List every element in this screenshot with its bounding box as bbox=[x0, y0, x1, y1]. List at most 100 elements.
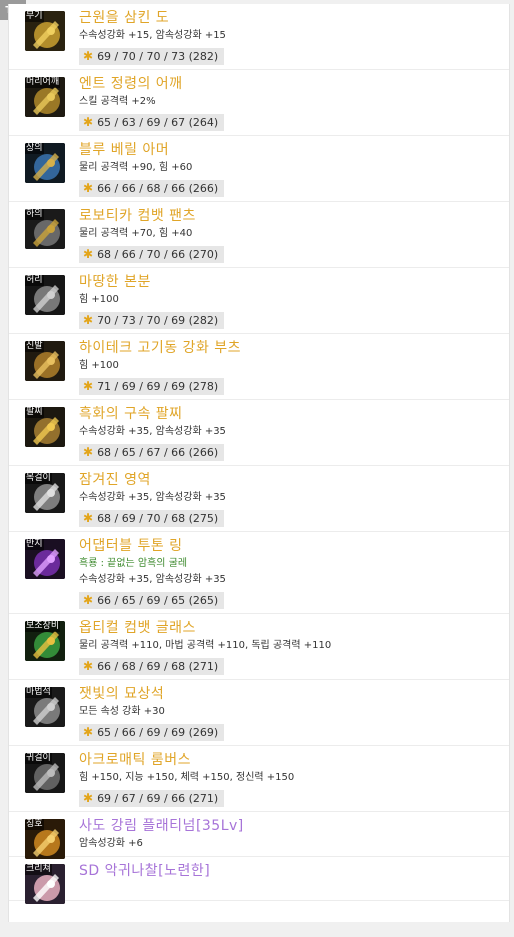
equipment-item-7[interactable]: 팔찌 흑화의 구속 팔찌 수속성강화 +35, 암속성강화 +35 ✱ 68 / … bbox=[9, 400, 509, 466]
score-text: 68 / 66 / 70 / 66 (270) bbox=[97, 248, 219, 261]
score-badge: ✱ 65 / 63 / 69 / 67 (264) bbox=[79, 114, 225, 131]
equipment-item-2[interactable]: 머리어깨 엔트 정령의 어깨 스킬 공격력 +2% ✱ 65 / 63 / 69 … bbox=[9, 70, 509, 136]
sword-icon[interactable]: 무기 bbox=[25, 11, 65, 51]
star-icon: ✱ bbox=[83, 115, 94, 129]
shoulder-icon[interactable]: 머리어깨 bbox=[25, 77, 65, 117]
score-text: 65 / 63 / 69 / 67 (264) bbox=[97, 116, 219, 129]
slot-label: 마법석 bbox=[25, 687, 52, 698]
boots-icon[interactable]: 신발 bbox=[25, 341, 65, 381]
title-icon[interactable]: 칭호 bbox=[25, 819, 65, 859]
equipment-item-14[interactable]: 크리쳐 SD 악귀나찰[노련한] bbox=[9, 857, 509, 904]
item-name[interactable]: 사도 강림 플래티넘[35Lv] bbox=[79, 816, 509, 836]
item-name[interactable]: 근원을 삼킨 도 bbox=[79, 8, 509, 28]
item-name[interactable]: 마땅한 본분 bbox=[79, 272, 509, 292]
creature-icon[interactable]: 크리쳐 bbox=[25, 864, 65, 904]
item-name[interactable]: SD 악귀나찰[노련한] bbox=[79, 861, 509, 881]
ring-icon[interactable]: 반지 bbox=[25, 539, 65, 579]
score-text: 68 / 65 / 67 / 66 (266) bbox=[97, 446, 219, 459]
item-name[interactable]: 옵티컬 컴뱃 글래스 bbox=[79, 618, 509, 638]
armor-icon[interactable]: 상의 bbox=[25, 143, 65, 183]
item-stats: 흑룡 : 끝없는 암흑의 굴레 수속성강화 +35, 암속성강화 +35 bbox=[79, 556, 509, 588]
score-badge: ✱ 70 / 73 / 70 / 69 (282) bbox=[79, 312, 225, 329]
item-stats: 수속성강화 +15, 암속성강화 +15 bbox=[79, 28, 509, 44]
slot-label: 하의 bbox=[25, 209, 44, 220]
item-name[interactable]: 흑화의 구속 팔찌 bbox=[79, 404, 509, 424]
score-badge: ✱ 71 / 69 / 69 / 69 (278) bbox=[79, 378, 225, 395]
star-icon: ✱ bbox=[83, 659, 94, 673]
score-text: 66 / 65 / 69 / 65 (265) bbox=[97, 594, 219, 607]
star-icon: ✱ bbox=[83, 379, 94, 393]
item-name[interactable]: 블루 베릴 아머 bbox=[79, 140, 509, 160]
stat-line: 모든 속성 강화 +30 bbox=[79, 706, 165, 717]
necklace-icon[interactable]: 목걸이 bbox=[25, 473, 65, 513]
item-stats: 물리 공격력 +70, 힘 +40 bbox=[79, 226, 509, 242]
score-badge: ✱ 65 / 66 / 69 / 69 (269) bbox=[79, 724, 225, 741]
equipment-item-1[interactable]: 무기 근원을 삼킨 도 수속성강화 +15, 암속성강화 +15 ✱ 69 / 7… bbox=[9, 4, 509, 70]
stat-line: 수속성강화 +35, 암속성강화 +35 bbox=[79, 492, 226, 503]
equipment-item-10[interactable]: 보조장비 옵티컬 컴뱃 글래스 물리 공격력 +110, 마법 공격력 +110… bbox=[9, 614, 509, 680]
earring-icon[interactable]: 귀걸이 bbox=[25, 753, 65, 793]
item-name[interactable]: 하이테크 고기동 강화 부츠 bbox=[79, 338, 509, 358]
slot-label: 머리어깨 bbox=[25, 77, 61, 88]
magic-stone-icon[interactable]: 마법석 bbox=[25, 687, 65, 727]
stat-line: 암속성강화 +6 bbox=[79, 838, 143, 849]
equipment-item-12[interactable]: 귀걸이 아크로매틱 룸버스 힘 +150, 지능 +150, 체력 +150, … bbox=[9, 746, 509, 812]
slot-label: 상의 bbox=[25, 143, 44, 154]
equipment-item-5[interactable]: 허리 마땅한 본분 힘 +100 ✱ 70 / 73 / 70 / 69 (282… bbox=[9, 268, 509, 334]
stat-line: 스킬 공격력 +2% bbox=[79, 96, 156, 107]
score-text: 65 / 66 / 69 / 69 (269) bbox=[97, 726, 219, 739]
score-badge: ✱ 66 / 66 / 68 / 66 (266) bbox=[79, 180, 225, 197]
equipment-item-4[interactable]: 하의 로보티카 컴뱃 팬츠 물리 공격력 +70, 힘 +40 ✱ 68 / 66… bbox=[9, 202, 509, 268]
item-stats: 힘 +150, 지능 +150, 체력 +150, 정신력 +150 bbox=[79, 770, 509, 786]
stat-line: 힘 +150, 지능 +150, 체력 +150, 정신력 +150 bbox=[79, 772, 295, 783]
score-badge: ✱ 69 / 70 / 70 / 73 (282) bbox=[79, 48, 225, 65]
equipment-item-3[interactable]: 상의 블루 베릴 아머 물리 공격력 +90, 힘 +60 ✱ 66 / 66 /… bbox=[9, 136, 509, 202]
item-name[interactable]: 아크로매틱 룸버스 bbox=[79, 750, 509, 770]
slot-label: 귀걸이 bbox=[25, 753, 52, 764]
star-icon: ✱ bbox=[83, 181, 94, 195]
equipment-list: 무기 근원을 삼킨 도 수속성강화 +15, 암속성강화 +15 ✱ 69 / 7… bbox=[9, 4, 509, 904]
equipment-item-6[interactable]: 신발 하이테크 고기동 강화 부츠 힘 +100 ✱ 71 / 69 / 69 /… bbox=[9, 334, 509, 400]
score-text: 71 / 69 / 69 / 69 (278) bbox=[97, 380, 219, 393]
equipment-item-9[interactable]: 반지 어댑터블 투톤 링 흑룡 : 끝없는 암흑의 굴레 수속성강화 +35, 암… bbox=[9, 532, 509, 614]
item-name[interactable]: 잿빛의 묘상석 bbox=[79, 684, 509, 704]
item-stats: 물리 공격력 +90, 힘 +60 bbox=[79, 160, 509, 176]
score-text: 66 / 68 / 69 / 68 (271) bbox=[97, 660, 219, 673]
star-icon: ✱ bbox=[83, 445, 94, 459]
slot-label: 칭호 bbox=[25, 819, 44, 830]
stat-line: 물리 공격력 +70, 힘 +40 bbox=[79, 228, 193, 239]
star-icon: ✱ bbox=[83, 791, 94, 805]
equipment-item-13[interactable]: 칭호 사도 강림 플래티넘[35Lv] 암속성강화 +6 bbox=[9, 812, 509, 859]
equipment-item-11[interactable]: 마법석 잿빛의 묘상석 모든 속성 강화 +30 ✱ 65 / 66 / 69 /… bbox=[9, 680, 509, 746]
item-name[interactable]: 잠겨진 영역 bbox=[79, 470, 509, 490]
slot-label: 팔찌 bbox=[25, 407, 44, 418]
score-text: 70 / 73 / 70 / 69 (282) bbox=[97, 314, 219, 327]
stat-line: 수속성강화 +35, 암속성강화 +35 bbox=[79, 426, 226, 437]
item-stats: 힘 +100 bbox=[79, 292, 509, 308]
glasses-icon[interactable]: 보조장비 bbox=[25, 621, 65, 661]
item-name[interactable]: 로보티카 컴뱃 팬츠 bbox=[79, 206, 509, 226]
stat-line: 물리 공격력 +110, 마법 공격력 +110, 독립 공격력 +110 bbox=[79, 640, 332, 651]
item-name[interactable]: 엔트 정령의 어깨 bbox=[79, 74, 509, 94]
slot-label: 신발 bbox=[25, 341, 44, 352]
score-badge: ✱ 66 / 68 / 69 / 68 (271) bbox=[79, 658, 225, 675]
stat-line: 힘 +100 bbox=[79, 294, 119, 305]
score-text: 69 / 70 / 70 / 73 (282) bbox=[97, 50, 219, 63]
score-badge: ✱ 68 / 65 / 67 / 66 (266) bbox=[79, 444, 225, 461]
equipment-item-8[interactable]: 목걸이 잠겨진 영역 수속성강화 +35, 암속성강화 +35 ✱ 68 / 69… bbox=[9, 466, 509, 532]
belt-icon[interactable]: 허리 bbox=[25, 275, 65, 315]
star-icon: ✱ bbox=[83, 511, 94, 525]
score-badge: ✱ 68 / 66 / 70 / 66 (270) bbox=[79, 246, 225, 263]
score-text: 66 / 66 / 68 / 66 (266) bbox=[97, 182, 219, 195]
slot-label: 크리쳐 bbox=[25, 864, 52, 875]
item-name[interactable]: 어댑터블 투톤 링 bbox=[79, 536, 509, 556]
bracelet-icon[interactable]: 팔찌 bbox=[25, 407, 65, 447]
star-icon: ✱ bbox=[83, 313, 94, 327]
stat-line: 힘 +100 bbox=[79, 360, 119, 371]
score-badge: ✱ 69 / 67 / 69 / 66 (271) bbox=[79, 790, 225, 807]
pants-icon[interactable]: 하의 bbox=[25, 209, 65, 249]
item-stats: 암속성강화 +6 bbox=[79, 836, 509, 852]
slot-label: 반지 bbox=[25, 539, 44, 550]
star-icon: ✱ bbox=[83, 247, 94, 261]
score-text: 69 / 67 / 69 / 66 (271) bbox=[97, 792, 219, 805]
